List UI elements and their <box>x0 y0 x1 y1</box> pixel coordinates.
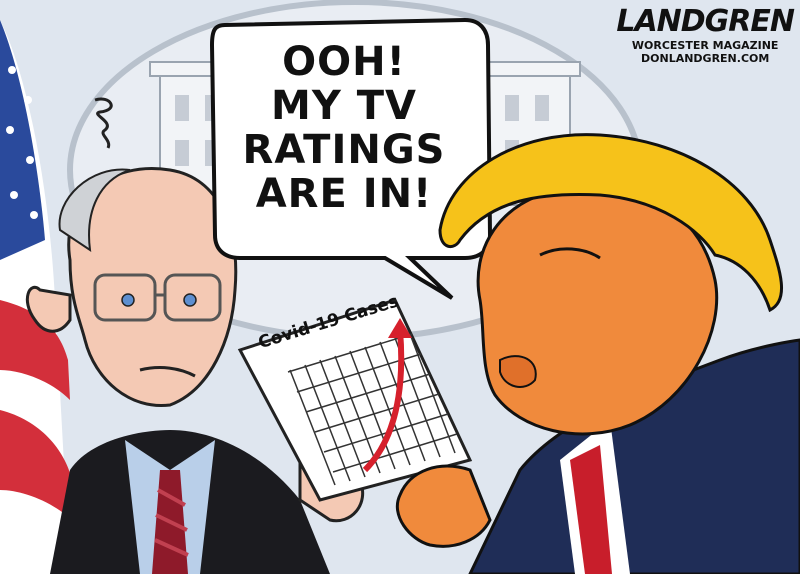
artist-name: LANDGREN <box>616 4 795 39</box>
speech-line: MY TV <box>271 83 417 129</box>
cartoon-scene: OOH! MY TV RATINGS ARE IN! Covid-19 Case… <box>0 0 800 574</box>
speech-line: ARE IN! <box>255 171 433 217</box>
signature-website: DONLANDGREN.COM <box>641 52 770 65</box>
speech-bubble-text: OOH! MY TV RATINGS ARE IN! <box>228 40 460 216</box>
speech-line: RATINGS <box>242 127 446 173</box>
artist-signature: LANDGREN WORCESTER MAGAZINE DONLANDGREN.… <box>616 4 795 65</box>
signature-publication: WORCESTER MAGAZINE <box>631 39 779 52</box>
speech-line: OOH! <box>282 39 406 85</box>
